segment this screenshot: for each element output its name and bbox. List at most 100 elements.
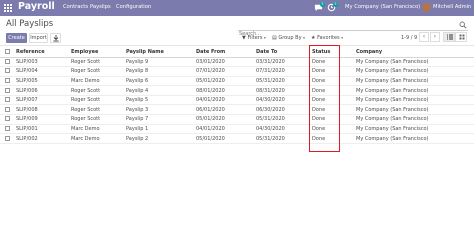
cell-employee[interactable]: Marc Demo	[69, 76, 124, 87]
row-checkbox[interactable]	[5, 58, 10, 64]
cell-date-from[interactable]: 05/01/2020	[194, 133, 254, 144]
column-header-company[interactable]: Company	[354, 47, 474, 58]
pager-previous-button[interactable]: ‹	[419, 32, 429, 42]
table-row[interactable]: SLIP/008 Roger Scott Payslip 3 06/01/2020 06…	[0, 104, 474, 116]
cell-company[interactable]: My Company (San Francisco)	[354, 104, 474, 116]
table-row[interactable]: SLIP/004 Roger Scott Payslip 8 07/01/2020 07…	[0, 66, 474, 77]
cell-date-to[interactable]: 07/31/2020	[254, 66, 310, 77]
cell-payslip-name[interactable]: Payslip 2	[124, 133, 194, 144]
cell-employee[interactable]: Roger Scott	[69, 95, 124, 106]
cell-reference[interactable]: SLIP/002	[14, 133, 69, 144]
row-checkbox[interactable]	[5, 125, 10, 131]
cell-employee[interactable]: Marc Demo	[69, 124, 124, 135]
cell-employee[interactable]: Roger Scott	[69, 104, 124, 116]
cell-payslip-name[interactable]: Payslip 1	[124, 124, 194, 135]
row-checkbox[interactable]	[5, 135, 10, 141]
create-button[interactable]: Create	[6, 33, 27, 43]
cell-company[interactable]: My Company (San Francisco)	[354, 133, 474, 144]
menu-contracts[interactable]: Contracts	[63, 4, 88, 10]
cell-employee[interactable]: Roger Scott	[69, 57, 124, 68]
cell-date-from[interactable]: 05/01/2020	[194, 114, 254, 125]
row-checkbox[interactable]	[5, 116, 10, 122]
cell-payslip-name[interactable]: Payslip 7	[124, 114, 194, 125]
cell-reference[interactable]: SLIP/001	[14, 124, 69, 135]
cell-date-to[interactable]: 04/30/2020	[254, 124, 310, 135]
user-menu[interactable]: Mitchell Admin	[433, 4, 471, 10]
cell-company[interactable]: My Company (San Francisco)	[354, 124, 474, 135]
column-header-reference[interactable]: Reference	[14, 47, 69, 58]
cell-payslip-name[interactable]: Payslip 6	[124, 76, 194, 87]
table-row[interactable]: SLIP/001 Marc Demo Payslip 1 04/01/2020 04/3…	[0, 124, 474, 135]
app-name[interactable]: Payroll	[18, 1, 55, 12]
cell-date-to[interactable]: 05/31/2020	[254, 76, 310, 87]
cell-employee[interactable]: Roger Scott	[69, 66, 124, 77]
table-row[interactable]: SLIP/002 Marc Demo Payslip 2 05/01/2020 05/3…	[0, 133, 474, 144]
table-row[interactable]: SLIP/006 Roger Scott Payslip 4 08/01/2020 08…	[0, 85, 474, 96]
select-all-checkbox[interactable]	[5, 48, 10, 54]
column-header-employee[interactable]: Employee	[69, 47, 124, 58]
table-row[interactable]: SLIP/007 Roger Scott Payslip 5 04/01/2020 04…	[0, 95, 474, 106]
cell-reference[interactable]: SLIP/006	[14, 85, 69, 96]
filters-dropdown[interactable]: ▼ Filters ▾	[242, 35, 266, 41]
favorites-dropdown[interactable]: ★ Favorites ▾	[311, 35, 343, 41]
column-header-date-to[interactable]: Date To	[254, 47, 310, 58]
cell-payslip-name[interactable]: Payslip 8	[124, 66, 194, 77]
cell-payslip-name[interactable]: Payslip 9	[124, 57, 194, 68]
row-checkbox[interactable]	[5, 87, 10, 93]
cell-date-from[interactable]: 06/01/2020	[194, 104, 254, 116]
cell-employee[interactable]: Roger Scott	[69, 114, 124, 125]
cell-company[interactable]: My Company (San Francisco)	[354, 85, 474, 96]
cell-reference[interactable]: SLIP/005	[14, 76, 69, 87]
cell-date-from[interactable]: 07/01/2020	[194, 66, 254, 77]
row-checkbox[interactable]	[5, 77, 10, 83]
kanban-view-button[interactable]	[455, 32, 467, 42]
import-button[interactable]: Import	[29, 33, 48, 43]
cell-reference[interactable]: SLIP/007	[14, 95, 69, 106]
cell-employee[interactable]: Marc Demo	[69, 133, 124, 144]
row-checkbox[interactable]	[5, 97, 10, 103]
cell-reference[interactable]: SLIP/004	[14, 66, 69, 77]
company-switcher[interactable]: My Company (San Francisco)	[345, 4, 420, 10]
column-header-payslip-name[interactable]: Payslip Name	[124, 47, 194, 58]
table-row[interactable]: SLIP/009 Roger Scott Payslip 7 05/01/2020 05…	[0, 114, 474, 125]
download-button[interactable]	[50, 33, 61, 43]
cell-date-to[interactable]: 06/30/2020	[254, 104, 310, 116]
groupby-dropdown[interactable]: ▤ Group By ▾	[272, 35, 305, 41]
cell-payslip-name[interactable]: Payslip 3	[124, 104, 194, 116]
favorites-label: Favorites	[317, 35, 340, 41]
list-view-button[interactable]	[443, 32, 455, 42]
cell-payslip-name[interactable]: Payslip 5	[124, 95, 194, 106]
cell-date-to[interactable]: 03/31/2020	[254, 57, 310, 68]
cell-date-from[interactable]: 04/01/2020	[194, 124, 254, 135]
menu-payslips[interactable]: Payslips	[90, 4, 111, 10]
table-row[interactable]: SLIP/003 Roger Scott Payslip 9 03/01/2020 03…	[0, 57, 474, 68]
cell-company[interactable]: My Company (San Francisco)	[354, 76, 474, 87]
apps-grid-icon[interactable]	[4, 4, 12, 12]
cell-reference[interactable]: SLIP/009	[14, 114, 69, 125]
cell-company[interactable]: My Company (San Francisco)	[354, 66, 474, 77]
row-checkbox[interactable]	[5, 68, 10, 74]
cell-date-from[interactable]: 05/01/2020	[194, 76, 254, 87]
cell-reference[interactable]: SLIP/003	[14, 57, 69, 68]
cell-payslip-name[interactable]: Payslip 4	[124, 85, 194, 96]
avatar[interactable]	[422, 3, 431, 12]
cell-company[interactable]: My Company (San Francisco)	[354, 95, 474, 106]
cell-company[interactable]: My Company (San Francisco)	[354, 57, 474, 68]
cell-date-from[interactable]: 03/01/2020	[194, 57, 254, 68]
cell-company[interactable]: My Company (San Francisco)	[354, 114, 474, 125]
cell-date-to[interactable]: 04/30/2020	[254, 95, 310, 106]
cell-employee[interactable]: Roger Scott	[69, 85, 124, 96]
cell-date-from[interactable]: 08/01/2020	[194, 85, 254, 96]
cell-date-to[interactable]: 08/31/2020	[254, 85, 310, 96]
table-row[interactable]: SLIP/005 Marc Demo Payslip 6 05/01/2020 05/3…	[0, 76, 474, 87]
pager-next-button[interactable]: ›	[430, 32, 440, 42]
row-checkbox[interactable]	[5, 106, 10, 112]
pager-value[interactable]: 1-9 / 9	[401, 35, 417, 41]
cell-date-from[interactable]: 04/01/2020	[194, 95, 254, 106]
cell-reference[interactable]: SLIP/008	[14, 104, 69, 116]
search-icon[interactable]	[459, 21, 467, 29]
cell-date-to[interactable]: 05/31/2020	[254, 133, 310, 144]
cell-date-to[interactable]: 05/31/2020	[254, 114, 310, 125]
menu-configuration[interactable]: Configuration	[116, 4, 151, 10]
column-header-date-from[interactable]: Date From	[194, 47, 254, 58]
